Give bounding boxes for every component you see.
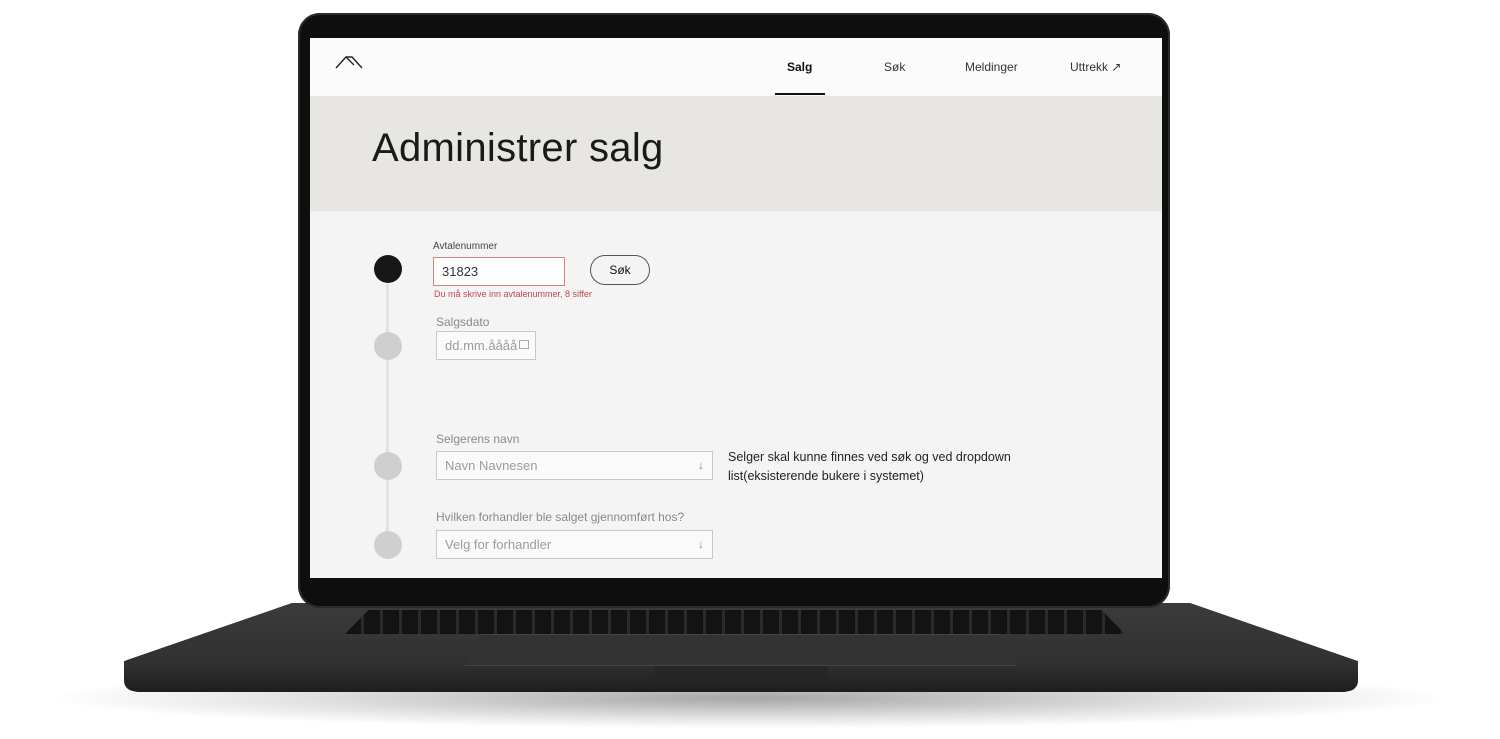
top-navigation: Salg Søk Meldinger Uttrekk ↗ <box>310 38 1162 96</box>
laptop-notch <box>654 666 828 682</box>
page-header: Administrer salg <box>310 96 1162 211</box>
laptop-trackpad <box>465 634 1017 666</box>
progress-track <box>386 284 389 544</box>
forhandler-dropdown[interactable]: Velg for forhandler ↓ <box>436 530 713 559</box>
nav-item-uttrekk[interactable]: Uttrekk ↗ <box>1070 60 1121 74</box>
app-screen: Salg Søk Meldinger Uttrekk ↗ Administrer… <box>310 38 1162 578</box>
step-dot-1 <box>374 255 402 283</box>
salgsdato-placeholder: dd.mm.åååå <box>445 338 518 353</box>
step-dot-4 <box>374 531 402 559</box>
calendar-icon[interactable] <box>519 340 529 349</box>
nav-item-sok[interactable]: Søk <box>884 60 905 74</box>
avtalenummer-label: Avtalenummer <box>433 241 498 252</box>
chevron-down-icon: ↓ <box>698 537 704 551</box>
avtalenummer-input[interactable]: 31823 <box>433 257 565 286</box>
laptop-keyboard <box>345 610 1125 634</box>
avtalenummer-error: Du må skrive inn avtalenummer, 8 siffer <box>434 289 592 299</box>
nav-item-salg[interactable]: Salg <box>787 60 812 74</box>
selger-label: Selgerens navn <box>436 432 520 446</box>
nav-item-meldinger[interactable]: Meldinger <box>965 60 1018 74</box>
forhandler-placeholder: Velg for forhandler <box>445 537 552 552</box>
selger-placeholder: Navn Navnesen <box>445 458 538 473</box>
forhandler-label: Hvilken forhandler ble salget gjennomfør… <box>436 510 685 524</box>
search-button[interactable]: Søk <box>590 255 650 285</box>
chevron-down-icon: ↓ <box>698 458 704 472</box>
active-tab-indicator <box>775 93 825 95</box>
selger-dropdown[interactable]: Navn Navnesen ↓ <box>436 451 713 480</box>
salgsdato-label: Salgsdato <box>436 315 490 329</box>
selger-note: Selger skal kunne finnes ved søk og ved … <box>728 450 1011 483</box>
salgsdato-input[interactable]: dd.mm.åååå <box>436 331 536 360</box>
mountain-chevron-icon[interactable] <box>334 52 364 74</box>
page-title: Administrer salg <box>372 126 664 170</box>
step-dot-2 <box>374 332 402 360</box>
step-dot-3 <box>374 452 402 480</box>
